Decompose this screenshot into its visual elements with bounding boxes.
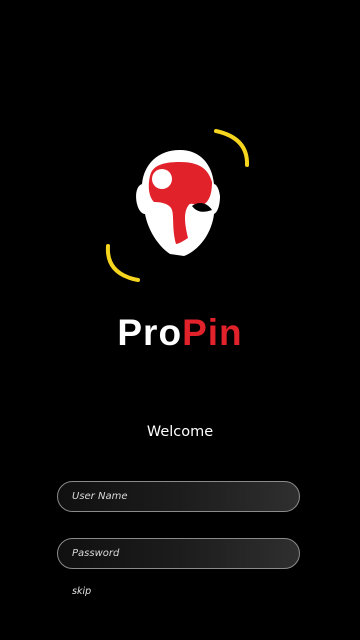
skip-link[interactable]: skip [72, 585, 91, 599]
app-name-part1: Pro [117, 312, 183, 353]
app-name: ProPin [0, 309, 360, 357]
logo-dot [152, 169, 172, 189]
welcome-text: Welcome [146, 424, 214, 440]
logo [100, 126, 260, 286]
username-input[interactable] [72, 491, 285, 502]
password-input[interactable] [72, 548, 285, 559]
logo-arc-bottom [105, 244, 140, 282]
username-field-wrapper [57, 481, 300, 512]
app-name-part2: Pin [182, 312, 243, 353]
password-field-wrapper [57, 538, 300, 569]
logo-arc-top [214, 129, 250, 167]
head-logo-icon [105, 129, 250, 282]
